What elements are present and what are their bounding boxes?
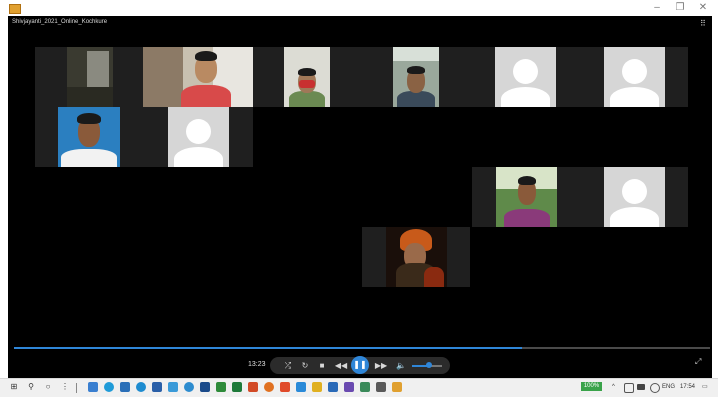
folder-icon[interactable] — [312, 382, 322, 392]
volume-knob[interactable] — [425, 362, 432, 368]
participant-tile-2[interactable] — [143, 47, 253, 107]
participant-tile-8[interactable] — [168, 107, 229, 167]
notification-icon[interactable]: ▭ — [702, 382, 708, 392]
edge-icon[interactable] — [104, 382, 114, 392]
app-icon — [9, 4, 21, 14]
browser-icon[interactable] — [184, 382, 194, 392]
battery-icon[interactable] — [637, 384, 645, 390]
widgets-icon[interactable]: ⋮ — [59, 381, 71, 393]
zoom-icon[interactable] — [296, 382, 306, 392]
title-bar — [0, 0, 718, 16]
app-icon-3[interactable] — [344, 382, 354, 392]
clock[interactable]: 17:54 — [680, 382, 695, 392]
avatar-icon — [186, 119, 211, 144]
participant-tile-7[interactable] — [58, 107, 120, 167]
speaker-icon[interactable] — [650, 383, 660, 393]
participant-row-1 — [35, 47, 688, 107]
taskbar-divider — [76, 383, 77, 393]
current-time: 13:23 — [248, 361, 266, 368]
search-icon[interactable]: ⚲ — [25, 381, 37, 393]
repeat-button[interactable]: ↻ — [298, 359, 312, 372]
pause-button[interactable]: ❚❚ — [351, 356, 369, 374]
participant-tile-1[interactable] — [67, 47, 113, 107]
app-icon-1[interactable] — [200, 382, 210, 392]
start-button[interactable]: ⊞ — [8, 381, 20, 393]
firefox-icon[interactable] — [264, 382, 274, 392]
tray-overflow-icon[interactable]: ^ — [612, 382, 615, 392]
store-icon[interactable] — [120, 382, 130, 392]
app-icon-5[interactable] — [376, 382, 386, 392]
avatar-icon — [622, 59, 647, 84]
mail-icon[interactable] — [152, 382, 162, 392]
avatar-icon — [513, 59, 538, 84]
maximize-button[interactable]: ❐ — [669, 1, 691, 15]
volume-icon[interactable]: 🔈 — [394, 359, 408, 372]
participant-tile-3[interactable] — [284, 47, 330, 107]
sheets-icon[interactable] — [232, 382, 242, 392]
video-title: Shivjayanti_2021_Online_Kochkure — [12, 19, 108, 25]
app-icon-2[interactable] — [280, 382, 290, 392]
minimize-button[interactable]: – — [646, 1, 668, 15]
grid-view-icon[interactable]: ⠿ — [700, 19, 706, 28]
avatar-icon — [622, 179, 647, 204]
close-button[interactable]: ✕ — [692, 1, 714, 15]
participant-tile-5[interactable] — [495, 47, 556, 107]
seek-bar-progress — [14, 347, 523, 349]
chrome-icon[interactable] — [136, 382, 146, 392]
media-player-icon[interactable] — [392, 382, 402, 392]
next-button[interactable]: ▶▶ — [374, 359, 388, 372]
excel-icon[interactable] — [216, 382, 226, 392]
participant-tile-4[interactable] — [393, 47, 439, 107]
participant-tile-11[interactable] — [386, 227, 447, 287]
file-explorer-icon[interactable] — [88, 382, 98, 392]
shuffle-button[interactable]: ⤮ — [281, 359, 295, 372]
participant-tile-10[interactable] — [604, 167, 665, 227]
task-view-icon[interactable]: ○ — [42, 381, 54, 393]
previous-button[interactable]: ◀◀ — [334, 359, 348, 372]
photos-icon[interactable] — [168, 382, 178, 392]
powerpoint-icon[interactable] — [248, 382, 258, 392]
network-icon[interactable] — [624, 383, 634, 393]
language-indicator[interactable]: ENG — [662, 382, 675, 392]
word-icon[interactable] — [328, 382, 338, 392]
stop-button[interactable]: ■ — [315, 359, 329, 372]
fullscreen-icon[interactable]: ⤢ — [695, 357, 701, 367]
battery-badge[interactable]: 100% — [581, 382, 602, 391]
participant-tile-9[interactable] — [496, 167, 557, 227]
app-icon-4[interactable] — [360, 382, 370, 392]
participant-tile-6[interactable] — [604, 47, 665, 107]
